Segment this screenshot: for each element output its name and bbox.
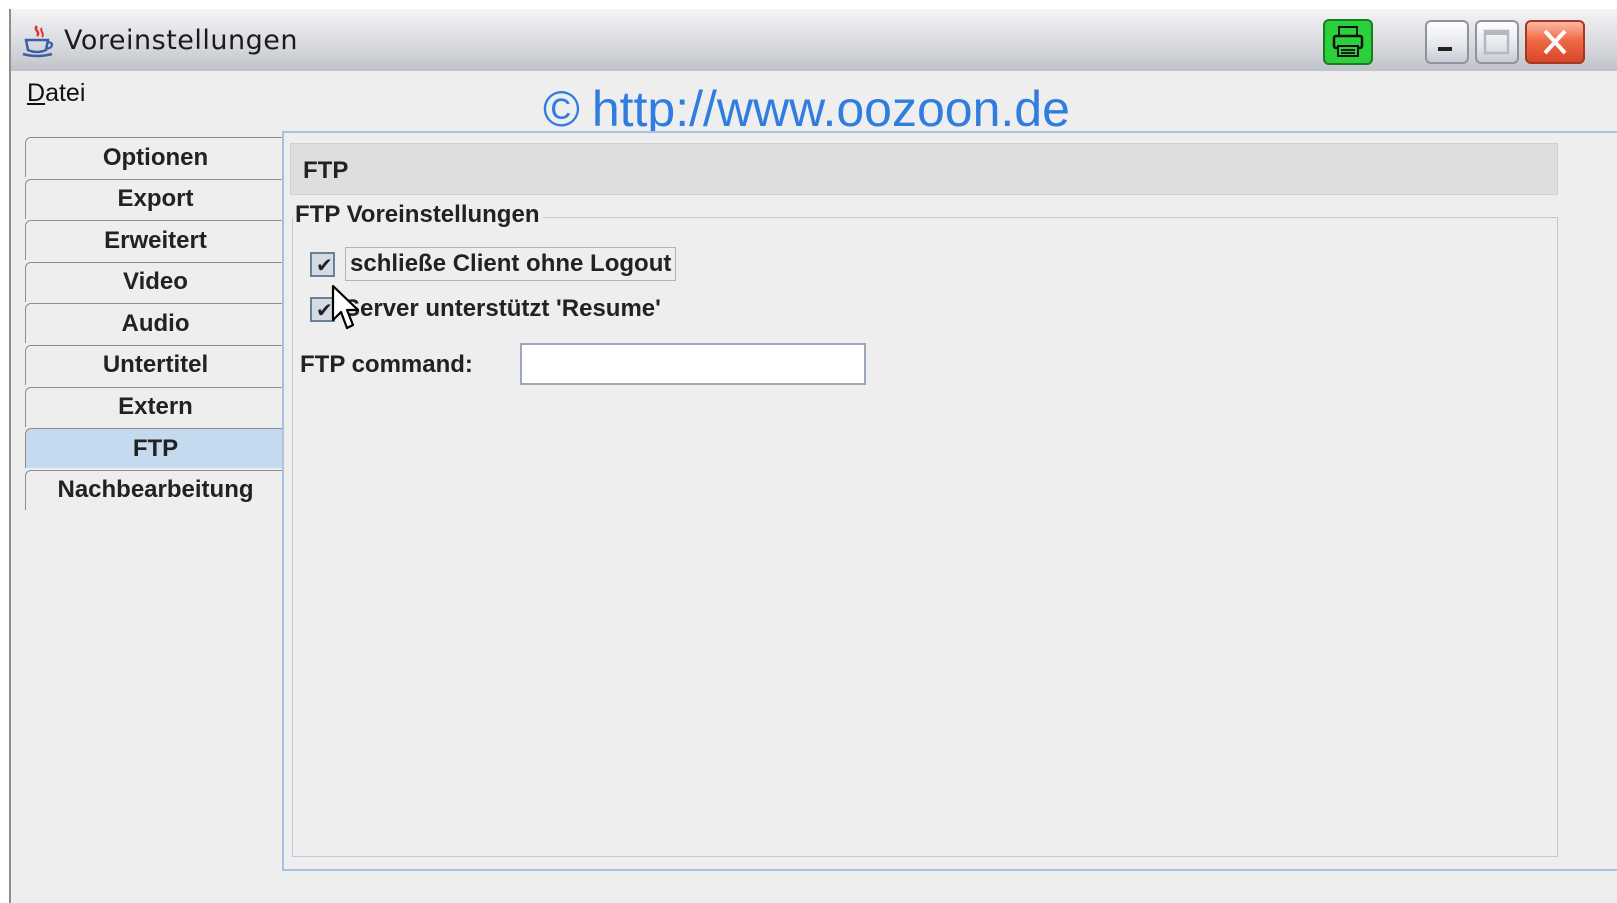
ftp-command-label: FTP command: <box>300 351 473 378</box>
checkmark-icon: ✔ <box>316 252 333 277</box>
tab-optionen[interactable]: Optionen <box>25 137 285 177</box>
minimize-icon <box>1438 47 1452 51</box>
tab-nachbearbeitung[interactable]: Nachbearbeitung <box>25 469 285 510</box>
ftp-settings-panel: FTP FTP Voreinstellungen ✔ schließe Clie… <box>282 131 1617 871</box>
checkbox-row-resume[interactable]: ✔ Server unterstützt 'Resume' <box>310 293 665 325</box>
close-button[interactable] <box>1525 20 1585 64</box>
copyright-watermark: © http://www.oozoon.de <box>543 84 1070 134</box>
checkbox-row-close-client[interactable]: ✔ schließe Client ohne Logout <box>310 247 677 281</box>
maximize-button[interactable] <box>1475 20 1519 64</box>
settings-tab-list: Optionen Export Erweitert Video Audio Un… <box>25 137 285 511</box>
maximize-icon <box>1483 29 1510 55</box>
tab-extern[interactable]: Extern <box>25 386 285 427</box>
resume-label[interactable]: Server unterstützt 'Resume' <box>340 293 665 325</box>
tab-export[interactable]: Export <box>25 178 285 219</box>
close-client-label[interactable]: schließe Client ohne Logout <box>345 247 677 281</box>
printer-tray-button[interactable] <box>1323 19 1373 65</box>
tab-video[interactable]: Video <box>25 261 285 302</box>
mouse-pointer-icon <box>331 284 360 330</box>
menu-datei[interactable]: Datei <box>27 79 85 108</box>
java-coffee-cup-icon <box>22 25 54 58</box>
panel-header: FTP <box>290 143 1558 195</box>
tab-ftp[interactable]: FTP <box>25 428 285 469</box>
watermark-url: http://www.oozoon.de <box>591 81 1070 137</box>
close-client-checkbox[interactable]: ✔ <box>310 251 335 277</box>
tab-untertitel[interactable]: Untertitel <box>25 344 285 385</box>
group-title: FTP Voreinstellungen <box>293 201 544 229</box>
window-title: Voreinstellungen <box>64 25 298 56</box>
tab-audio[interactable]: Audio <box>25 303 285 344</box>
ftp-command-input[interactable] <box>520 343 866 385</box>
panel-header-title: FTP <box>303 157 349 184</box>
tab-erweitert[interactable]: Erweitert <box>25 220 285 261</box>
close-icon <box>1543 29 1567 55</box>
copyright-symbol: © <box>543 81 580 137</box>
title-bar[interactable]: Voreinstellungen <box>11 9 1617 72</box>
printer-icon <box>1332 26 1364 57</box>
preferences-window: Voreinstellungen Datei © http://www.oozo… <box>9 9 1617 903</box>
minimize-button[interactable] <box>1425 20 1469 64</box>
